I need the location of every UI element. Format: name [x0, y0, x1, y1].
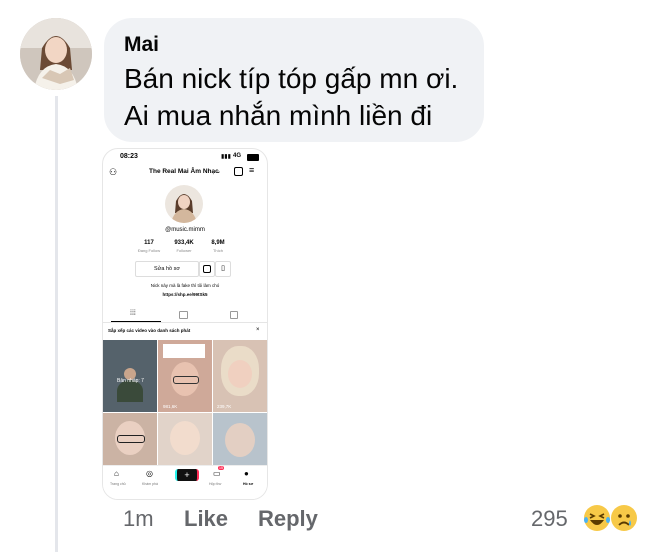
- tab-divider: [103, 322, 267, 323]
- following-count: 117: [144, 240, 154, 246]
- creator-tools-icon[interactable]: [234, 167, 243, 176]
- video-thumbnail[interactable]: [213, 413, 267, 469]
- laughing-emoji-icon[interactable]: [583, 504, 611, 532]
- signal-icon: ▮▮▮: [221, 154, 231, 160]
- nav-inbox-label[interactable]: Hộp thư: [209, 482, 222, 486]
- bio-text: Nick này mà là fake thì tôi làm chó: [150, 283, 220, 288]
- following-label: Đang Follow: [137, 248, 161, 253]
- profile-avatar-photo: [165, 185, 203, 223]
- edit-profile-button[interactable]: Sửa hồ sơ: [135, 261, 199, 277]
- sad-tear-emoji-icon[interactable]: [610, 504, 638, 532]
- bio-link[interactable]: https://shp.ee/99tSk5: [103, 292, 267, 297]
- comment-bubble[interactable]: Mai Bán nick típ tóp gấp mn ơi. Ai mua n…: [104, 18, 484, 142]
- video-thumbnail[interactable]: [158, 340, 212, 412]
- video-thumbnail[interactable]: [103, 413, 157, 469]
- video-thumbnail[interactable]: [213, 340, 267, 412]
- profile-icon[interactable]: ●: [244, 469, 249, 478]
- follower-count: 933,4K: [174, 240, 194, 246]
- username: @music.mimm: [165, 227, 205, 233]
- bookmark-icon[interactable]: ▯: [215, 261, 231, 277]
- playlist-prompt[interactable]: Sắp xếp các video vào danh sách phát: [108, 328, 190, 333]
- add-user-icon[interactable]: ⚇: [109, 167, 117, 178]
- reaction-count[interactable]: 295: [531, 506, 568, 532]
- likes-label: Thích: [212, 248, 223, 253]
- comment-timestamp[interactable]: 1m: [123, 506, 154, 532]
- menu-icon[interactable]: ≡: [249, 165, 254, 175]
- follower-label: Follower: [176, 248, 192, 253]
- nav-profile-label[interactable]: Hồ sơ: [243, 482, 253, 486]
- comment-author[interactable]: Mai: [124, 32, 464, 58]
- instagram-icon[interactable]: [199, 261, 215, 277]
- attached-screenshot[interactable]: 08:23 ▮▮▮ 4G ⚇ The Real Mai Âm Nhạc ⌄ ≡ …: [102, 148, 268, 500]
- tab-videos-icon[interactable]: ⁞⁞⁞: [130, 310, 136, 317]
- avatar[interactable]: [20, 18, 92, 90]
- tab-reposts-icon[interactable]: [179, 311, 188, 319]
- draft-label: Bản nháp: 7: [117, 378, 144, 384]
- like-button[interactable]: Like: [184, 506, 228, 532]
- chevron-down-icon[interactable]: ⌄: [216, 168, 221, 175]
- reply-button[interactable]: Reply: [258, 506, 318, 532]
- home-icon[interactable]: ⌂: [114, 469, 119, 478]
- comment-text-line-1: Bán nick típ tóp gấp mn ơi.: [124, 63, 459, 94]
- tab-private-icon[interactable]: [230, 311, 238, 319]
- inbox-icon[interactable]: ▭: [213, 469, 221, 478]
- nav-discover-label[interactable]: Khám phá: [142, 482, 158, 486]
- nav-home-label[interactable]: Trang chủ: [110, 482, 126, 486]
- battery-icon: [247, 154, 259, 161]
- thread-line: [55, 96, 58, 552]
- avatar-photo: [20, 18, 92, 90]
- video-thumbnail[interactable]: [103, 340, 157, 412]
- video-view-count: 239,7K: [217, 404, 232, 409]
- create-button[interactable]: +: [175, 469, 199, 481]
- inbox-badge: 15: [218, 466, 224, 470]
- comment-text-line-2: Ai mua nhắn mình liền đi: [124, 100, 433, 131]
- profile-name[interactable]: The Real Mai Âm Nhạc: [149, 168, 219, 175]
- likes-count: 8,9M: [211, 240, 225, 246]
- video-thumbnail[interactable]: [158, 413, 212, 469]
- discover-icon[interactable]: ◎: [146, 469, 153, 478]
- close-icon[interactable]: ×: [256, 327, 260, 333]
- video-view-count: 981,6K: [163, 404, 178, 409]
- status-time: 08:23: [120, 153, 138, 160]
- network-label: 4G: [233, 153, 242, 159]
- profile-avatar[interactable]: [165, 185, 203, 223]
